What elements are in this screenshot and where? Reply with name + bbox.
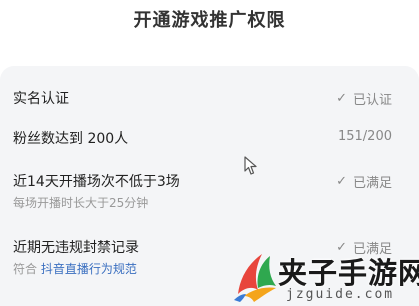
requirement-status: ✓ 已满足 <box>336 172 392 191</box>
watermark-logo-icon <box>234 254 276 302</box>
check-icon: ✓ <box>336 91 347 106</box>
requirement-label: 粉丝数达到 200人 <box>13 131 129 147</box>
requirement-label: 实名认证 <box>13 91 69 107</box>
requirement-progress: 151/200 <box>338 129 392 144</box>
requirement-status-text: 已满足 <box>352 176 392 191</box>
check-icon: ✓ <box>336 174 347 189</box>
requirement-status-text: 151/200 <box>337 129 392 144</box>
requirement-sub-text: 符合 抖音直播行为规范 <box>13 260 137 277</box>
watermark-domain: jzguide.com <box>286 287 395 302</box>
requirement-status-text: 已认证 <box>352 93 392 108</box>
requirement-label: 近期无违规封禁记录 <box>13 240 139 256</box>
requirement-label: 近14天开播场次不低于3场 <box>13 174 180 190</box>
live-rules-link[interactable]: 抖音直播行为规范 <box>41 262 137 276</box>
sub-text-prefix: 符合 <box>13 262 38 276</box>
page-title: 开通游戏推广权限 <box>133 10 286 31</box>
requirement-sub-text: 每场开播时长大于25分钟 <box>13 196 149 210</box>
requirement-status: ✓ 已认证 <box>336 89 392 108</box>
watermark: 夹子手游网 jzguide.com <box>230 248 419 306</box>
watermark-title: 夹子手游网 <box>278 256 419 290</box>
mouse-cursor-icon <box>244 156 257 175</box>
